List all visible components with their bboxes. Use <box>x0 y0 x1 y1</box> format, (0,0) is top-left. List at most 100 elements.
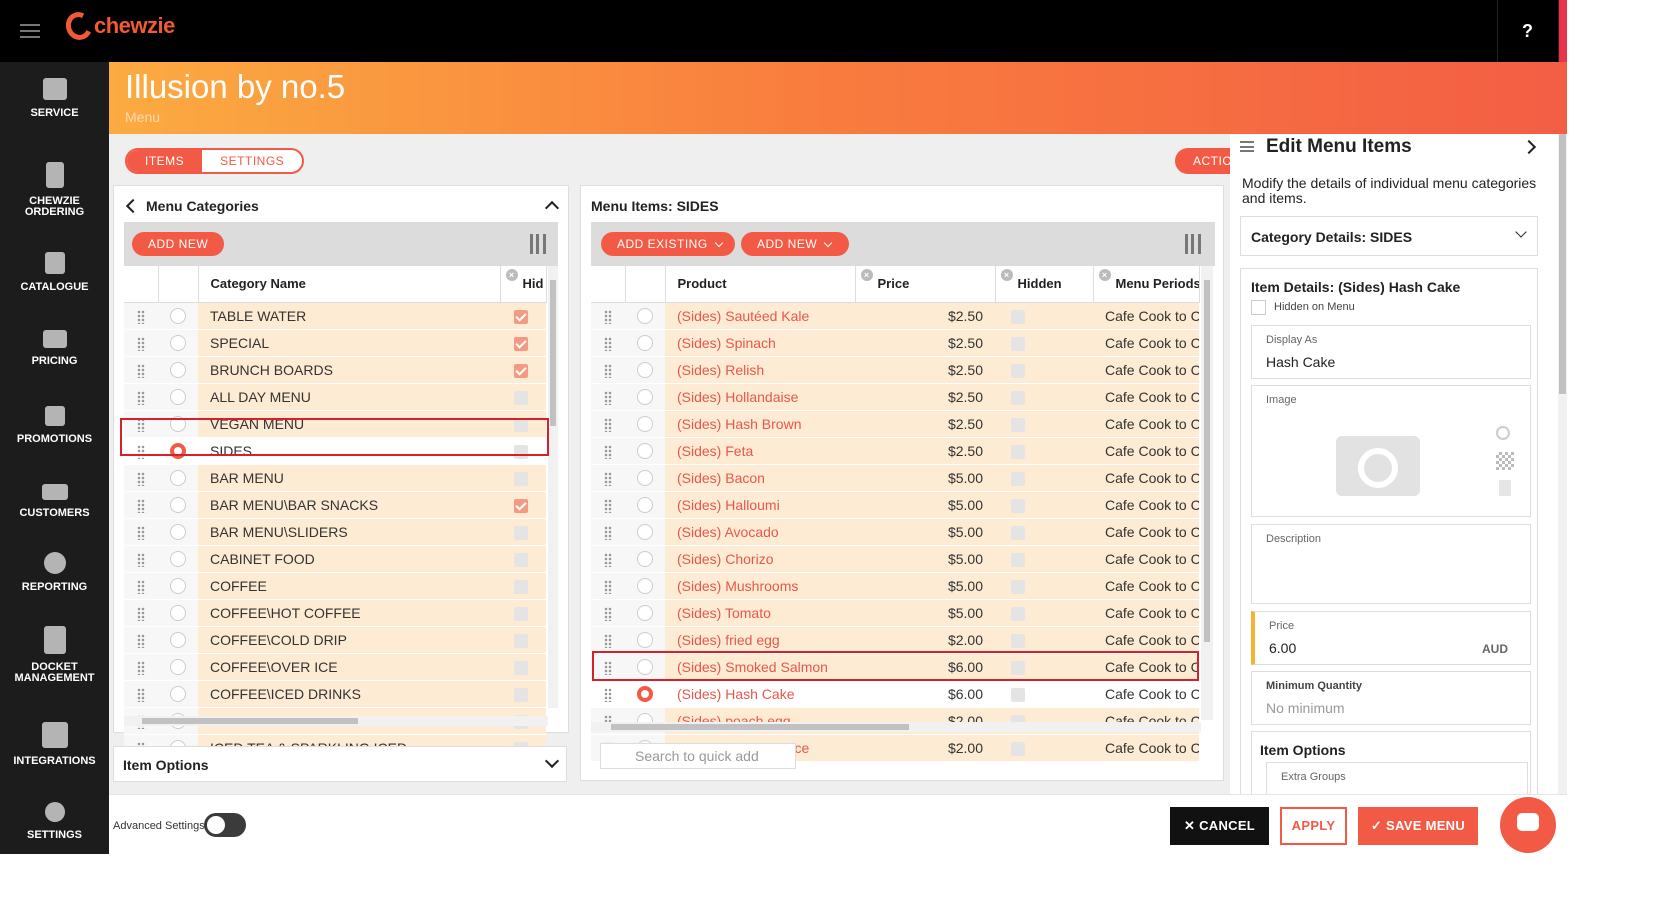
drag-handle[interactable] <box>124 572 158 600</box>
remove-column-icon[interactable]: × <box>505 269 518 281</box>
menu-item-row[interactable]: (Sides) Chorizo$5.00 Cafe Cook to Close <box>591 545 1199 573</box>
advanced-settings-toggle[interactable] <box>204 813 246 837</box>
sidebar-item-service[interactable]: SERVICE <box>0 78 109 119</box>
hidden-checkbox[interactable] <box>1011 579 1025 594</box>
remove-column-icon[interactable]: × <box>860 269 873 281</box>
drag-handle[interactable] <box>591 599 625 627</box>
sidebar-item-integrations[interactable]: INTEGRATIONS <box>0 722 109 767</box>
drag-handle[interactable] <box>124 383 158 411</box>
chewzie-logo[interactable]: chewzie <box>61 8 175 44</box>
product-cell[interactable]: (Sides) Sautéed Kale <box>665 302 855 330</box>
image-field[interactable]: Image <box>1251 385 1531 517</box>
product-header[interactable]: Product <box>665 266 856 303</box>
add-existing-button[interactable]: ADD EXISTING <box>601 232 735 256</box>
hidden-checkbox[interactable] <box>1011 390 1025 405</box>
sidebar-item-settings[interactable]: SETTINGS <box>0 802 109 841</box>
hidden-checkbox[interactable] <box>1011 498 1025 513</box>
menu-item-row[interactable]: (Sides) Tomato$5.00 Cafe Cook to Close <box>591 599 1199 627</box>
drag-handle[interactable] <box>124 329 158 357</box>
category-row[interactable]: SPECIAL <box>124 329 546 357</box>
radio-button[interactable] <box>170 551 186 568</box>
remove-column-icon[interactable]: × <box>1098 269 1111 281</box>
category-row[interactable]: CABINET FOOD <box>124 545 546 573</box>
category-row[interactable]: SIDES <box>124 437 546 465</box>
category-details-section[interactable]: Category Details: SIDES <box>1240 216 1538 256</box>
quick-add-search-input[interactable]: Search to quick add <box>600 743 796 769</box>
menu-item-row[interactable]: (Sides) Bacon$5.00 Cafe Cook to Close <box>591 464 1199 492</box>
back-chevron-icon[interactable] <box>125 198 141 214</box>
radio-button[interactable] <box>170 686 186 703</box>
menu-item-row[interactable]: (Sides) Smoked Salmon$6.00 Cafe Cook to C… <box>591 653 1199 681</box>
radio-button[interactable] <box>170 308 186 325</box>
drag-handle[interactable] <box>591 410 625 438</box>
description-field[interactable]: Description <box>1251 524 1531 604</box>
hidden-checkbox[interactable] <box>514 579 528 594</box>
hidden-checkbox[interactable] <box>1011 552 1025 567</box>
category-row[interactable]: COFFEE\ICED DRINKS <box>124 680 546 708</box>
scrollbar-thumb[interactable] <box>611 724 909 730</box>
row-select[interactable] <box>158 356 198 384</box>
hidden-checkbox[interactable] <box>1011 633 1025 648</box>
radio-button[interactable] <box>170 416 186 433</box>
drag-handle[interactable] <box>124 356 158 384</box>
expand-chevron-down-icon[interactable] <box>544 753 560 769</box>
hidden-checkbox[interactable] <box>514 525 528 540</box>
tab-settings[interactable]: SETTINGS <box>202 150 302 172</box>
row-select[interactable] <box>158 545 198 573</box>
row-select[interactable] <box>158 626 198 654</box>
product-cell[interactable]: (Sides) Bacon <box>665 464 855 492</box>
item-options-section[interactable]: Item Options <box>113 746 567 782</box>
row-select[interactable] <box>625 329 665 357</box>
radio-button[interactable] <box>637 686 653 703</box>
minimum-quantity-input[interactable]: No minimum <box>1266 700 1345 716</box>
hidden-checkbox[interactable] <box>1011 309 1025 324</box>
drag-handle[interactable] <box>591 491 625 519</box>
radio-button[interactable] <box>637 389 653 406</box>
hidden-checkbox[interactable] <box>1011 417 1025 432</box>
hidden-checkbox[interactable] <box>514 660 528 675</box>
category-row[interactable]: COFFEE\HOT COFFEE <box>124 599 546 627</box>
minimum-quantity-field[interactable]: Minimum Quantity No minimum <box>1251 671 1531 725</box>
row-select[interactable] <box>625 356 665 384</box>
product-cell[interactable]: (Sides) Chorizo <box>665 545 855 573</box>
product-cell[interactable]: (Sides) Feta <box>665 437 855 465</box>
radio-button[interactable] <box>637 335 653 352</box>
row-select[interactable] <box>625 383 665 411</box>
drag-handle[interactable] <box>124 518 158 546</box>
product-cell[interactable]: (Sides) Tomato <box>665 599 855 627</box>
hidden-checkbox[interactable] <box>514 687 528 702</box>
row-select[interactable] <box>158 410 198 438</box>
category-row[interactable]: ALL DAY MENU <box>124 383 546 411</box>
row-select[interactable] <box>625 626 665 654</box>
hidden-checkbox[interactable] <box>1011 687 1025 702</box>
product-cell[interactable]: (Sides) Hash Cake <box>665 680 855 708</box>
tab-items[interactable]: ITEMS <box>127 150 203 172</box>
hidden-checkbox[interactable] <box>514 606 528 621</box>
sidebar-item-chewzie-ordering[interactable]: CHEWZIE ORDERING <box>0 162 109 218</box>
category-row[interactable]: COFFEE\COLD DRIP <box>124 626 546 654</box>
radio-button[interactable] <box>170 659 186 676</box>
price-input[interactable]: 6.00 <box>1269 640 1296 656</box>
radio-button[interactable] <box>637 632 653 649</box>
sidebar-item-customers[interactable]: CUSTOMERS <box>0 484 109 519</box>
sidebar-item-promotions[interactable]: PROMOTIONS <box>0 406 109 445</box>
row-select[interactable] <box>625 518 665 546</box>
price-field[interactable]: Price 6.00 AUD <box>1251 611 1531 665</box>
menu-item-row[interactable]: (Sides) Spinach$2.50 Cafe Cook to Close <box>591 329 1199 357</box>
row-select[interactable] <box>625 545 665 573</box>
product-cell[interactable]: (Sides) Halloumi <box>665 491 855 519</box>
drag-handle[interactable] <box>591 545 625 573</box>
drag-handle[interactable] <box>124 464 158 492</box>
drag-handle[interactable] <box>124 410 158 438</box>
row-select[interactable] <box>625 491 665 519</box>
menu-periods-header[interactable]: × Menu Periods <box>1093 266 1200 303</box>
radio-button[interactable] <box>637 578 653 595</box>
menu-item-row[interactable]: (Sides) Hollandaise$2.50 Cafe Cook to Clo… <box>591 383 1199 411</box>
radio-button[interactable] <box>637 443 653 460</box>
extra-groups-field[interactable]: Extra Groups <box>1266 762 1528 794</box>
radio-button[interactable] <box>637 659 653 676</box>
radio-button[interactable] <box>170 470 186 487</box>
row-select[interactable] <box>625 572 665 600</box>
hidden-checkbox[interactable] <box>1011 525 1025 540</box>
row-select[interactable] <box>625 680 665 708</box>
